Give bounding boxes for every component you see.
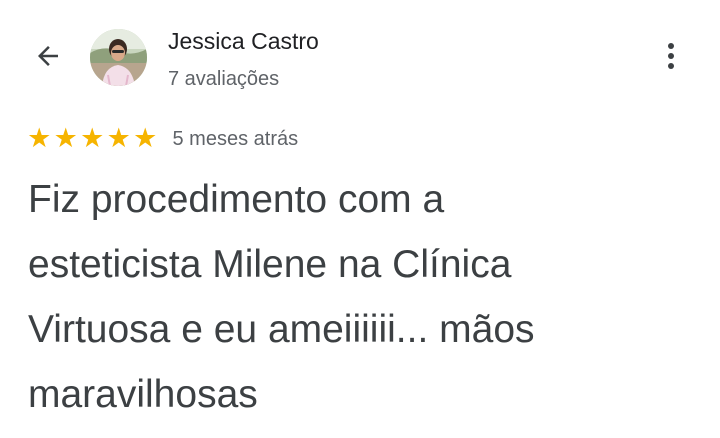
review-count[interactable]: 7 avaliações [168, 65, 279, 93]
star-icon: ★ [80, 123, 105, 154]
star-icon: ★ [133, 123, 158, 154]
review-time: 5 meses atrás [172, 128, 299, 150]
avatar[interactable] [90, 29, 147, 86]
arrow-left-icon [33, 41, 63, 76]
star-icon: ★ [106, 123, 131, 154]
review-text: Fiz procedimento com a esteticista Milene… [28, 167, 698, 427]
author-name[interactable]: Jessica Castro [168, 26, 319, 56]
star-icon: ★ [27, 123, 52, 154]
star-icon: ★ [53, 123, 78, 154]
review-text-line: maravilhosas [28, 373, 258, 416]
star-rating: ★ ★ ★ ★ ★ [26, 124, 159, 154]
review-text-line: esteticista Milene na Clínica [28, 243, 512, 286]
review-text-line: Virtuosa e eu ameiiiiii... mãos [28, 308, 535, 351]
more-vertical-icon [667, 42, 675, 75]
back-button[interactable] [26, 38, 70, 78]
more-options-button[interactable] [655, 38, 687, 78]
review-text-line: Fiz procedimento com a [28, 178, 445, 221]
rating-row: ★ ★ ★ ★ ★ 5 meses atrás [26, 124, 298, 154]
